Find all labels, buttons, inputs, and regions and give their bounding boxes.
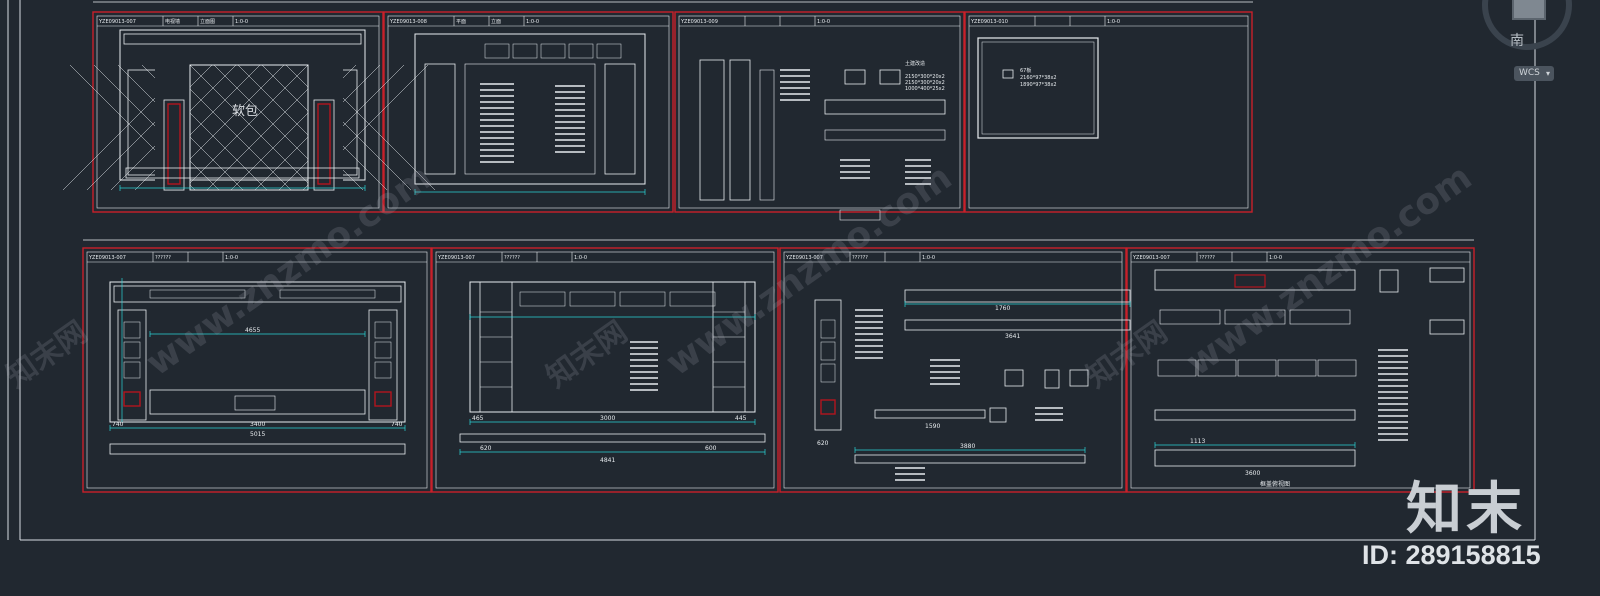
title-block-cell: ?????? xyxy=(504,255,520,261)
title-block-cell: YZE09013-007 xyxy=(437,255,475,261)
dimension-text: 740 xyxy=(391,421,403,428)
frame-note: 2160*97*38x2 xyxy=(1020,75,1057,81)
dimension-text: 740 xyxy=(112,421,124,428)
dimension-text: 465 xyxy=(472,415,484,422)
dimension-text: 620 xyxy=(817,440,829,447)
sheet-caption: 框盖俯视图 xyxy=(1260,480,1290,488)
title-block-cell: YZE09013-009 xyxy=(680,19,718,25)
title-block-cell: 立面图 xyxy=(200,18,215,25)
cad-model-space[interactable]: YZE09013-007 电视墙 立面图 1:0-0 YZE09013-008 平面 立面 1… xyxy=(0,0,1600,596)
title-block-cell: YZE09013-007 xyxy=(785,255,823,261)
title-block-cell: 平面 xyxy=(456,19,466,25)
title-block-cell: 1:0-0 xyxy=(817,19,830,25)
frame-note: 67板 xyxy=(1020,67,1031,74)
title-block-cell: ?????? xyxy=(155,255,171,261)
frame-note: 1890*97*38x2 xyxy=(1020,82,1057,88)
title-block-cell: 1:0-0 xyxy=(922,255,935,261)
dimension-text: 1113 xyxy=(1190,438,1205,445)
title-block-cell: 1:0-0 xyxy=(574,255,587,261)
chevron-down-icon: ▾ xyxy=(1545,69,1550,78)
wcs-label: WCS xyxy=(1519,68,1540,78)
title-block-cell: YZE09013-007 xyxy=(1132,255,1170,261)
dimension-text: 620 xyxy=(480,445,492,452)
detail-note: 土建改造 xyxy=(905,60,925,67)
image-id-label: ID: 289158815 xyxy=(1362,540,1541,570)
dimension-text: 600 xyxy=(705,445,717,452)
dimension-text: 445 xyxy=(735,415,747,422)
title-block-cell: 立面 xyxy=(491,18,501,25)
dimension-text: 1590 xyxy=(925,423,940,430)
dimension-text: 3641 xyxy=(1005,333,1020,340)
title-block-cell: YZE09013-007 xyxy=(98,19,136,25)
view-cube-face[interactable] xyxy=(1512,0,1546,20)
dimension-text: 1760 xyxy=(995,305,1010,312)
dimension-text: 3880 xyxy=(960,443,975,450)
dimension-text: 5015 xyxy=(250,431,265,438)
compass-south-label[interactable]: 南 xyxy=(1510,30,1524,50)
title-block-cell: 1:0-0 xyxy=(235,19,248,25)
title-block-cell: 1:0-0 xyxy=(225,255,238,261)
dimension-text: 3600 xyxy=(1245,470,1260,477)
mask xyxy=(190,190,308,205)
dimension-text: 3400 xyxy=(250,421,265,428)
title-block-cell: ?????? xyxy=(852,255,868,261)
title-block-cell: 1:0-0 xyxy=(1269,255,1282,261)
detail-note: 1000*400*25x2 xyxy=(905,86,945,92)
wcs-dropdown[interactable]: WCS ▾ xyxy=(1514,66,1554,81)
dimension-text: 4841 xyxy=(600,457,615,464)
title-block-cell: 1:0-0 xyxy=(526,19,539,25)
title-block-cell: YZE09013-007 xyxy=(88,255,126,261)
title-block-cell: 电视墙 xyxy=(165,18,180,25)
title-block-cell: YZE09013-008 xyxy=(389,19,427,25)
soft-panel-label: 软包 xyxy=(232,104,258,119)
title-block-cell: YZE09013-010 xyxy=(970,19,1008,25)
dimension-text: 4655 xyxy=(245,327,260,334)
mask xyxy=(155,65,190,190)
title-block-cell: 1:0-0 xyxy=(1107,19,1120,25)
title-block-cell: ?????? xyxy=(1199,255,1215,261)
mask xyxy=(308,65,343,190)
dimension-text: 3000 xyxy=(600,415,615,422)
brand-logo: 知末 xyxy=(1406,477,1526,542)
